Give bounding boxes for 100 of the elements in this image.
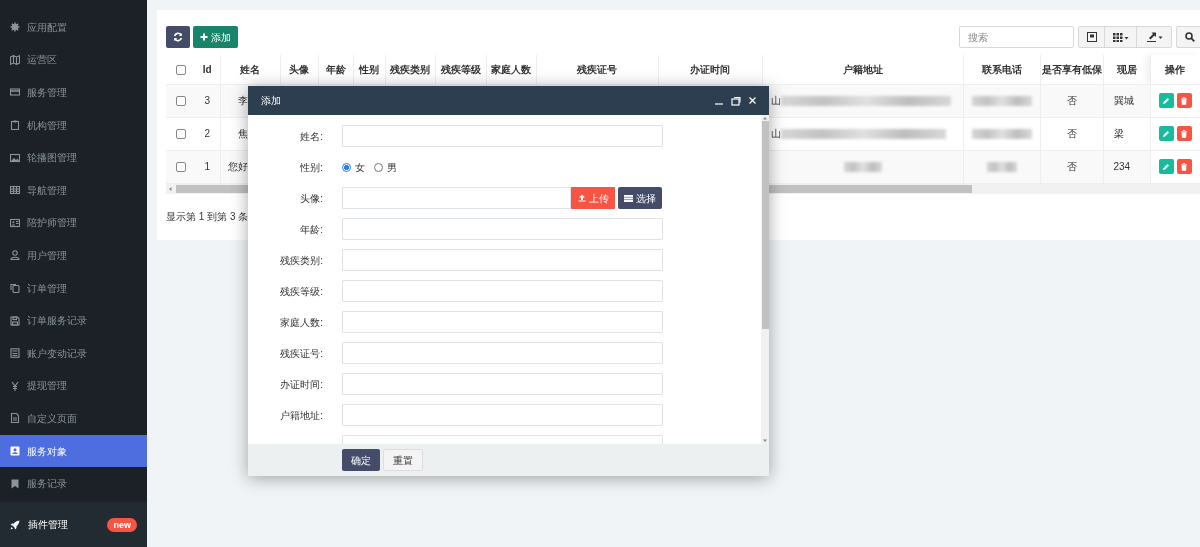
pencil-icon [1162, 129, 1170, 138]
column-header[interactable]: 残疾证号 [536, 55, 658, 84]
text-field[interactable] [342, 249, 663, 271]
plus-icon [200, 33, 208, 41]
column-header[interactable]: 家庭人数 [486, 55, 536, 84]
field-label: 残疾类别: [280, 254, 323, 266]
sidebar-item[interactable]: 订单服务记录 [0, 304, 147, 337]
id-card-icon [10, 217, 20, 228]
table-cell: 234 [1113, 161, 1131, 172]
confirm-button[interactable]: 确定 [342, 449, 380, 471]
search-icon [1185, 32, 1195, 42]
column-header[interactable]: 操作 [1150, 55, 1200, 84]
list-icon [624, 194, 633, 202]
table-icon [10, 185, 20, 196]
refresh-button[interactable] [166, 26, 190, 48]
blurred-text [971, 129, 1032, 140]
text-field[interactable] [342, 280, 663, 302]
column-header[interactable]: Id [195, 55, 220, 84]
column-header[interactable]: 残疾等级 [435, 55, 486, 84]
text-field[interactable] [342, 218, 663, 240]
text-field[interactable] [342, 342, 663, 364]
column-header[interactable]: 残疾类别 [385, 55, 435, 84]
blurred-text [986, 162, 1017, 173]
sidebar-item[interactable]: 轮播图管理 [0, 141, 147, 174]
column-header[interactable]: 头像 [280, 55, 318, 84]
table-cell: 1 [204, 161, 211, 172]
text-field[interactable] [342, 187, 571, 209]
sidebar-item[interactable]: 账户变动记录 [0, 336, 147, 370]
checkbox[interactable] [175, 129, 186, 140]
sidebar-item[interactable]: 机构管理 [0, 108, 147, 142]
scrollbar-thumb[interactable] [761, 121, 769, 329]
field-label: 头像: [300, 192, 323, 204]
radio-button[interactable] [374, 162, 383, 172]
rocket-icon [10, 519, 20, 530]
column-header[interactable]: 年龄 [318, 55, 353, 84]
delete-button[interactable] [1176, 93, 1192, 108]
field-label: 年龄: [300, 223, 323, 235]
table-cell: 否 [1066, 95, 1077, 106]
add-button[interactable]: 添加 [193, 26, 238, 48]
text-field[interactable] [342, 404, 663, 426]
search-field[interactable]: 搜索 [959, 26, 1074, 48]
radio-label[interactable]: 男 [387, 159, 397, 175]
sidebar-item[interactable]: 服务对象 [0, 434, 147, 468]
document-icon [10, 413, 20, 424]
checkbox[interactable] [175, 96, 186, 107]
copy-icon [10, 283, 20, 294]
edit-button[interactable] [1158, 93, 1174, 108]
sidebar-item[interactable]: 自定义页面 [0, 402, 147, 435]
table-cell: 您好 [227, 161, 248, 172]
table-cell: 2 [204, 128, 211, 139]
sidebar-item[interactable]: 订单管理 [0, 271, 147, 305]
upload-icon [577, 194, 586, 202]
sidebar-item[interactable]: 用户管理 [0, 239, 147, 272]
checkbox[interactable] [175, 65, 186, 76]
table-cell: 否 [1066, 128, 1077, 139]
yen-icon [10, 380, 20, 391]
column-header[interactable]: 性别 [353, 55, 385, 84]
radio-label[interactable]: 女 [355, 159, 365, 175]
sidebar-item[interactable]: 插件管理 new [0, 502, 147, 547]
grid-caret-icon [1112, 32, 1129, 42]
field-label: 家庭人数: [280, 316, 323, 328]
blurred-text [843, 162, 882, 173]
column-header[interactable]: 现居 [1103, 55, 1150, 84]
pencil-icon [1162, 96, 1170, 105]
field-label: 姓名: [300, 130, 323, 142]
field-label: 残疾等级: [280, 285, 323, 297]
sidebar-item[interactable]: 应用配置 [0, 11, 147, 44]
column-header[interactable]: 办证时间 [658, 55, 762, 84]
search-button[interactable] [1176, 26, 1200, 48]
edit-button[interactable] [1158, 126, 1174, 141]
column-header[interactable]: 是否享有低保 [1040, 55, 1103, 84]
column-header[interactable]: 联系电话 [963, 55, 1040, 84]
delete-button[interactable] [1176, 126, 1192, 141]
text-field[interactable] [342, 373, 663, 395]
maximize-icon[interactable] [731, 95, 741, 106]
delete-button[interactable] [1176, 159, 1192, 174]
refresh-icon [173, 32, 183, 42]
vertical-scrollbar[interactable] [761, 115, 769, 444]
close-icon[interactable] [748, 96, 757, 105]
sidebar-item[interactable]: 服务记录 [0, 467, 147, 500]
choose-button[interactable]: 选择 [618, 187, 662, 209]
sidebar-item[interactable]: 运营区 [0, 43, 147, 77]
column-header[interactable]: 姓名 [220, 55, 280, 84]
reset-button[interactable]: 重置 [383, 449, 423, 471]
radio-button[interactable] [342, 162, 351, 172]
sidebar-item[interactable]: 服务管理 [0, 76, 147, 109]
table-cell: 3 [204, 95, 211, 106]
export-caret-icon [1145, 32, 1163, 42]
checkbox[interactable] [175, 162, 186, 173]
column-header[interactable]: 户籍地址 [762, 55, 963, 84]
sidebar-item[interactable]: 导航管理 [0, 173, 147, 207]
pagination-info: 显示第 1 到第 3 条 [166, 209, 249, 224]
edit-button[interactable] [1158, 159, 1174, 174]
pencil-icon [1162, 162, 1170, 171]
text-field[interactable] [342, 125, 663, 147]
sidebar-item[interactable]: 提现管理 [0, 369, 147, 403]
sidebar-item[interactable]: 陪护师管理 [0, 206, 147, 240]
trash-icon [1180, 129, 1188, 138]
image-icon [10, 152, 20, 163]
text-field[interactable] [342, 311, 663, 333]
